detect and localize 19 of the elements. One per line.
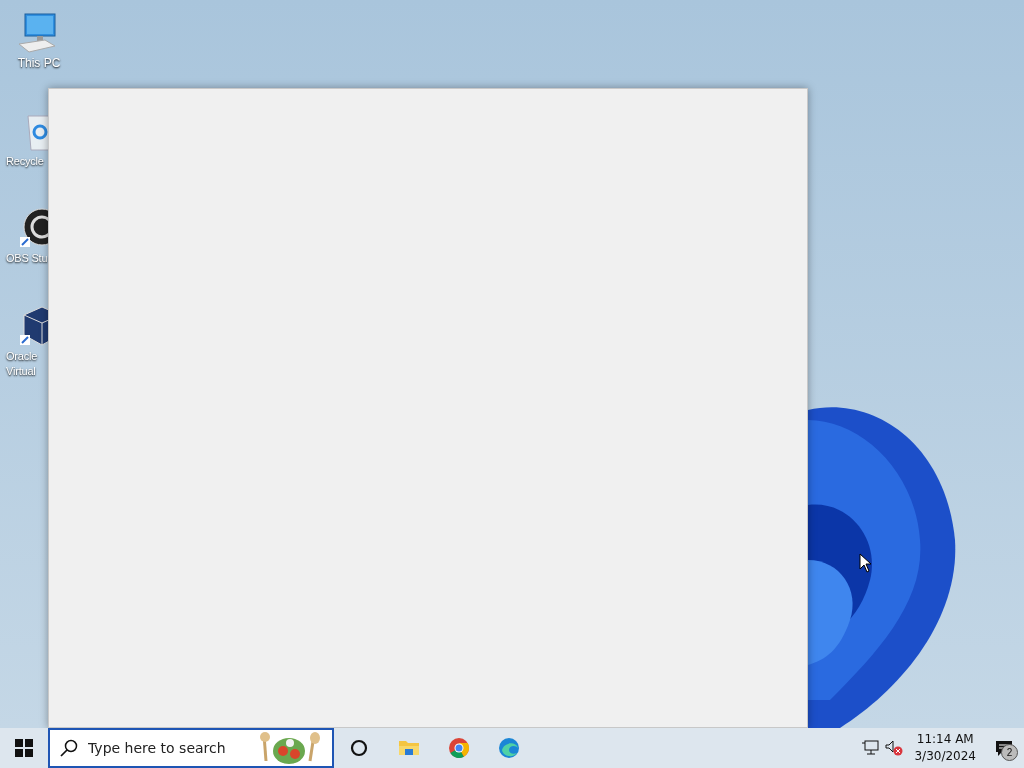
icon-label: This PC (17, 56, 61, 71)
search-icon (60, 739, 78, 757)
edge-icon (498, 737, 520, 759)
clock[interactable]: 11:14 AM 3/30/2024 (906, 728, 984, 768)
network-icon (861, 740, 880, 756)
search-field[interactable]: Type here to search (88, 740, 258, 756)
windows-logo-icon (15, 739, 33, 757)
icon-label: Recycle (6, 154, 44, 169)
muted-speaker-icon (885, 740, 904, 756)
notifications-button[interactable]: 2 (984, 728, 1024, 768)
icon-label: Oracle (6, 349, 38, 364)
notification-count: 2 (1001, 744, 1018, 761)
date-text: 3/30/2024 (914, 748, 976, 765)
time-text: 11:14 AM (916, 731, 974, 748)
icon-label: OBS Stu (6, 251, 48, 266)
chrome-icon (448, 737, 470, 759)
icon-label: Virtual (6, 364, 36, 379)
mouse-pointer-icon (859, 553, 872, 573)
ring-icon (349, 738, 369, 758)
